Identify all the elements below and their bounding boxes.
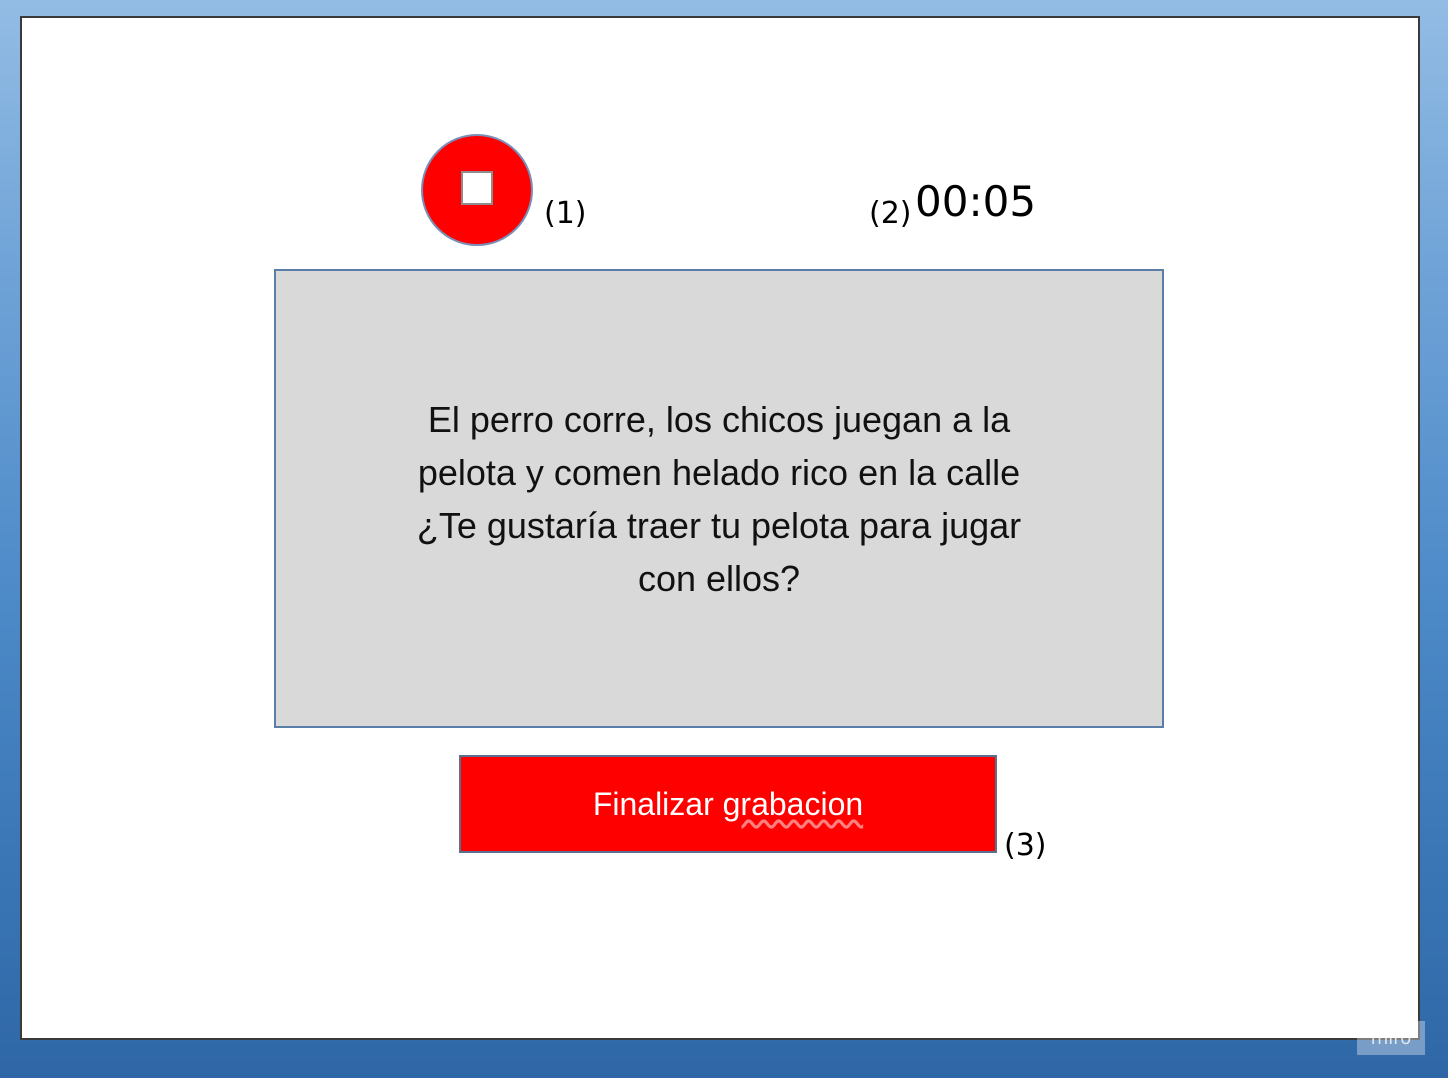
finish-recording-button[interactable]: Finalizar grabacion	[459, 755, 997, 853]
recording-timer: 00:05	[915, 177, 1037, 226]
reading-text: El perro corre, los chicos juegan a la p…	[359, 393, 1079, 605]
stop-icon	[461, 171, 493, 205]
reading-text-line: con ellos?	[637, 557, 801, 599]
reading-text-line: pelota y comen helado rico en la calle	[417, 451, 1021, 493]
stop-recording-button[interactable]	[421, 134, 533, 246]
reading-text-line: El perro corre, los chicos juegan a la	[427, 398, 1011, 440]
miro-watermark: miro	[1357, 1021, 1425, 1055]
finish-label-word: Finalizar	[592, 785, 714, 822]
finish-label-word: grabacion	[722, 785, 864, 822]
reading-text-line: ¿Te gustaría traer tu pelota para jugar	[416, 504, 1022, 546]
annotation-finish-button: (3)	[1004, 828, 1047, 863]
annotation-timer: (2)	[869, 196, 912, 231]
annotation-stop-button: (1)	[544, 196, 587, 231]
slide-canvas: (1) (2) 00:05 El perro corre, los chicos…	[20, 16, 1420, 1040]
reading-text-box: El perro corre, los chicos juegan a la p…	[274, 269, 1164, 728]
finish-recording-label: Finalizar grabacion	[593, 786, 863, 823]
